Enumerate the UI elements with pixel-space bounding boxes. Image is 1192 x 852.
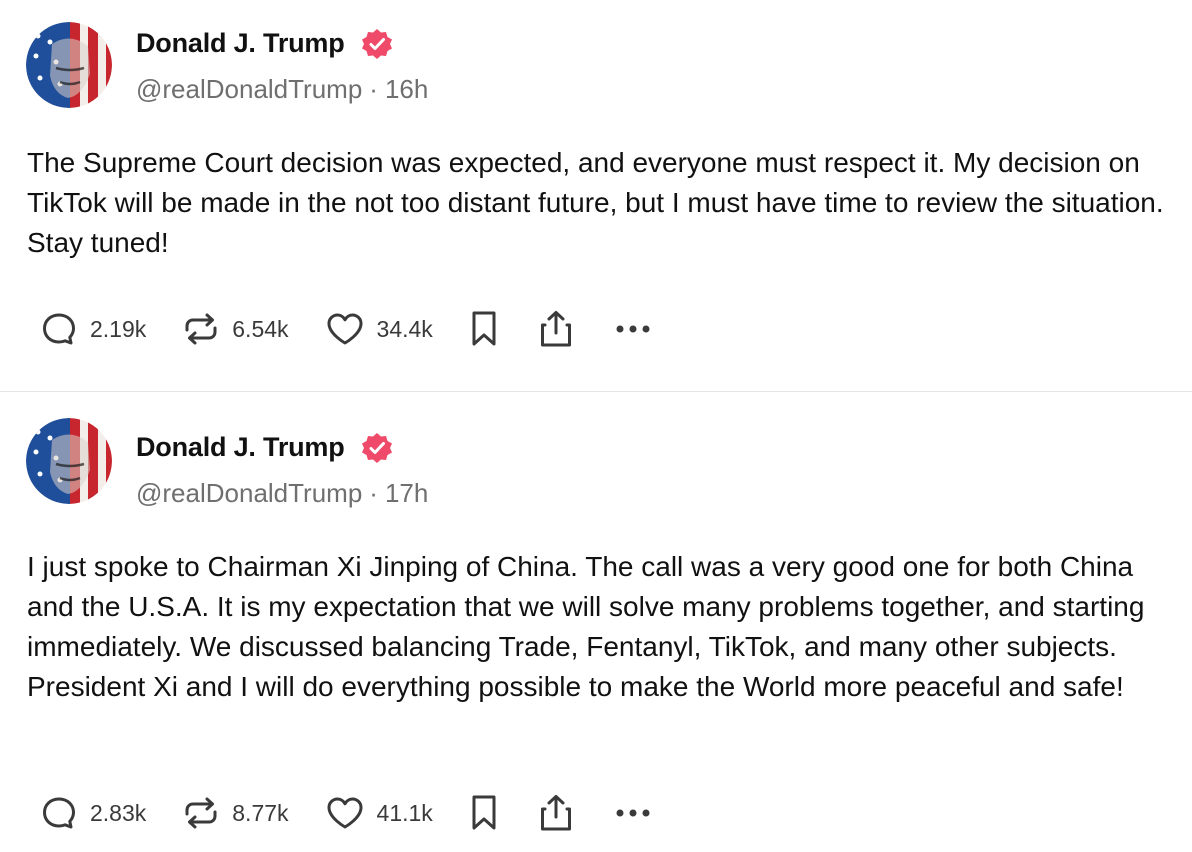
repost-count: 8.77k [232, 799, 289, 826]
bookmark-button[interactable] [469, 793, 499, 833]
meta-separator: · [369, 74, 378, 104]
share-button[interactable] [537, 793, 575, 833]
more-options-button[interactable] [613, 803, 653, 823]
reply-count: 2.83k [90, 799, 147, 826]
repost-button[interactable]: 8.77k [182, 794, 289, 832]
author-handle[interactable]: @realDonaldTrump [136, 74, 362, 104]
reply-count: 2.19k [90, 315, 147, 342]
post-meta: @realDonaldTrump · 17h [136, 478, 428, 509]
post-meta: @realDonaldTrump · 16h [136, 74, 428, 105]
share-button[interactable] [537, 309, 575, 349]
heart-icon [327, 313, 363, 345]
reply-icon [43, 797, 75, 829]
more-options-button[interactable] [613, 319, 653, 339]
avatar[interactable] [26, 418, 112, 504]
like-count: 41.1k [376, 799, 433, 826]
author-handle[interactable]: @realDonaldTrump [136, 478, 362, 508]
author-name[interactable]: Donald J. Trump [136, 432, 345, 463]
repost-button[interactable]: 6.54k [182, 310, 289, 348]
post[interactable]: Donald J. Trump @realDonaldTrump · 17h I j… [0, 392, 1192, 852]
share-icon [540, 311, 571, 347]
post-actions: 2.83k 8.77k 41.1k [40, 793, 689, 833]
bookmark-icon [472, 311, 496, 346]
reply-icon [43, 313, 75, 345]
post-actions: 2.19k 6.54k 34.4k [40, 309, 689, 349]
repost-count: 6.54k [232, 315, 289, 342]
more-horizontal-icon [616, 809, 650, 817]
like-count: 34.4k [376, 315, 433, 342]
verified-badge-icon [362, 29, 392, 59]
repost-icon [185, 313, 217, 345]
like-button[interactable]: 34.4k [325, 310, 433, 348]
post-timestamp[interactable]: 17h [385, 478, 428, 508]
reply-button[interactable]: 2.83k [40, 794, 146, 832]
more-horizontal-icon [616, 325, 650, 333]
heart-icon [327, 797, 363, 829]
avatar-image [26, 418, 112, 504]
bookmark-icon [472, 795, 496, 830]
bookmark-button[interactable] [469, 309, 499, 349]
share-icon [540, 795, 571, 831]
avatar-image [26, 22, 112, 108]
post[interactable]: Donald J. Trump @realDonaldTrump · 16h The… [0, 0, 1192, 392]
verified-badge-icon [362, 433, 392, 463]
post-text: I just spoke to Chairman Xi Jinping of C… [27, 551, 1145, 702]
repost-icon [185, 797, 217, 829]
meta-separator: · [369, 478, 378, 508]
post-text: The Supreme Court decision was expected,… [27, 147, 1164, 258]
avatar[interactable] [26, 22, 112, 108]
reply-button[interactable]: 2.19k [40, 310, 146, 348]
post-timestamp[interactable]: 16h [385, 74, 428, 104]
like-button[interactable]: 41.1k [325, 794, 433, 832]
author-name[interactable]: Donald J. Trump [136, 28, 345, 59]
